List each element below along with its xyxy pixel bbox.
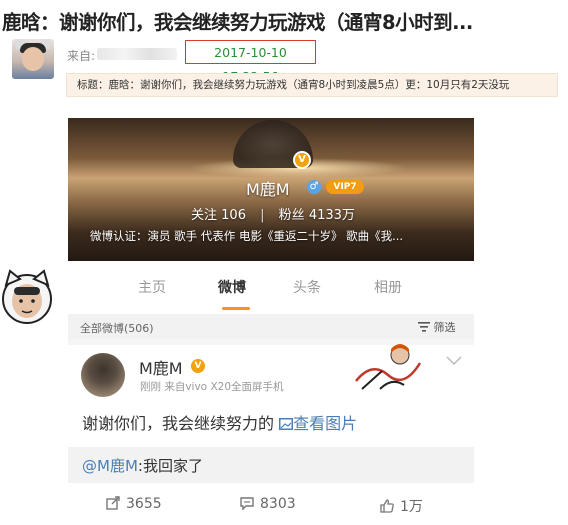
fans-count[interactable]: 4133万 [309, 208, 355, 223]
profile-tabs: 主页 微博 头条 相册 [68, 261, 474, 314]
author-avatar[interactable] [12, 39, 54, 79]
comment-icon [240, 497, 254, 510]
quoted-post[interactable]: @M鹿M:我回家了 [68, 447, 474, 483]
cat-face-icon [2, 269, 52, 324]
profile-stats: 关注 106 | 粉丝 4133万 [191, 204, 355, 223]
repost-icon [106, 496, 120, 510]
tab-headlines[interactable]: 头条 [293, 277, 321, 297]
fans-label[interactable]: 粉丝 [279, 208, 305, 223]
title-box: 标题：鹿晗：谢谢你们，我会继续努力玩游戏（通宵8小时到凌晨5点）更：10月只有2… [66, 73, 558, 97]
article-headline: 鹿晗：谢谢你们，我会继续努力玩游戏（通宵8小时到... [2, 11, 473, 34]
post-body: 谢谢你们，我会继续努力的 [82, 414, 275, 433]
male-gender-icon: ♂ [307, 180, 321, 194]
verified-badge-icon: V [191, 359, 205, 373]
image-icon [279, 418, 294, 430]
view-image-label: 查看图片 [293, 414, 358, 433]
source-label: 来自: [67, 49, 96, 63]
filter-button[interactable]: 筛选 [418, 319, 456, 335]
weibo-profile-screenshot: V M鹿M ♂ VIP7 关注 106 | 粉丝 4133万 微博认证：演员 歌… [68, 118, 474, 525]
profile-cover: V M鹿M ♂ VIP7 关注 106 | 粉丝 4133万 微博认证：演员 歌… [68, 118, 474, 261]
tab-home[interactable]: 主页 [138, 277, 166, 297]
follow-label[interactable]: 关注 [191, 208, 217, 223]
post-author-avatar[interactable] [81, 353, 125, 397]
chevron-down-icon[interactable] [446, 355, 462, 366]
view-image-link[interactable]: 查看图片 [279, 414, 357, 433]
repost-button[interactable]: 3655 [106, 496, 162, 512]
thumbs-up-icon [380, 499, 394, 513]
vip-badge: VIP7 [326, 180, 364, 194]
like-button[interactable]: 1万 [380, 496, 423, 516]
tab-weibo[interactable]: 微博 [218, 277, 246, 297]
weibo-post: M鹿M V 刚刚 来自vivo X20全面屏手机 谢谢你们，我会继续努力的 查看… [68, 344, 474, 447]
like-count: 1万 [400, 499, 423, 515]
all-posts-count: 全部微博(506) [80, 322, 154, 335]
post-actions: 3655 8303 1万 [68, 483, 474, 525]
filter-label: 筛选 [433, 321, 456, 334]
active-tab-indicator [222, 307, 250, 310]
post-timestamp: 2017-10-10 17:22:56 [185, 40, 316, 84]
repost-count: 3655 [126, 496, 162, 512]
verification-info: 微博认证：演员 歌手 代表作 电影《重返二十岁》 歌曲《我... [90, 229, 404, 243]
filter-icon [418, 322, 430, 332]
filter-bar: 全部微博(506) 筛选 [68, 314, 474, 339]
post-author-name[interactable]: M鹿M [139, 355, 183, 379]
profile-name: M鹿M [246, 180, 290, 199]
post-text: 谢谢你们，我会继续努力的 查看图片 [82, 410, 357, 434]
stats-divider: | [260, 208, 265, 223]
signature-sticker-icon [355, 344, 422, 390]
comment-count: 8303 [260, 496, 296, 512]
comment-button[interactable]: 8303 [240, 496, 296, 512]
mention-link[interactable]: @M鹿M [82, 457, 138, 475]
follow-count[interactable]: 106 [221, 208, 246, 223]
blurred-source-name [97, 48, 177, 60]
commenter-sticker-avatar [0, 265, 55, 328]
quoted-text: :我回家了 [137, 457, 203, 475]
post-meta: 刚刚 来自vivo X20全面屏手机 [140, 381, 284, 393]
tab-album[interactable]: 相册 [374, 277, 402, 297]
verified-badge-icon: V [293, 151, 311, 169]
avatar-face [22, 47, 44, 71]
